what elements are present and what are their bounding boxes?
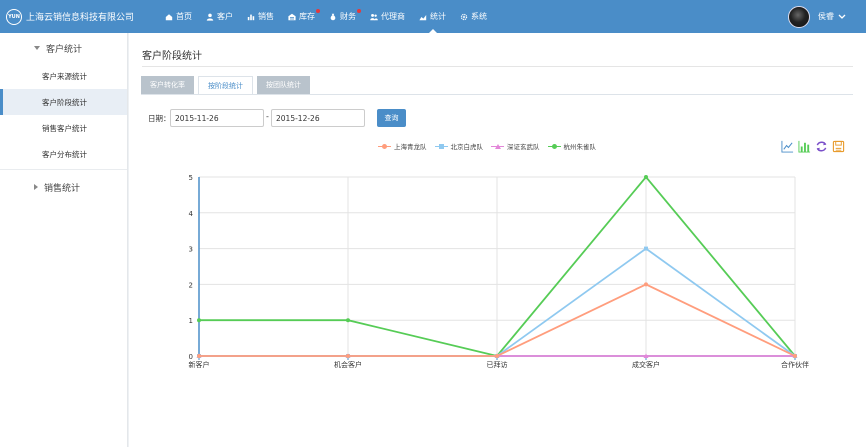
line-chart: 0 1 2 3 4 5 新客户 机会客户 已拜访 成交客户 合作伙伴 bbox=[189, 174, 810, 369]
data-point bbox=[495, 354, 499, 358]
x-tick-label: 合作伙伴 bbox=[781, 360, 809, 369]
x-tick-label: 已拜访 bbox=[487, 360, 508, 369]
data-point bbox=[644, 175, 648, 179]
y-tick-label: 2 bbox=[189, 281, 193, 289]
data-point bbox=[644, 246, 648, 251]
data-point bbox=[197, 354, 201, 358]
y-tick-label: 5 bbox=[189, 174, 193, 182]
data-point bbox=[644, 282, 648, 287]
data-point bbox=[197, 318, 201, 323]
x-tick-label: 成交客户 bbox=[632, 360, 660, 369]
data-point bbox=[346, 354, 350, 358]
data-point bbox=[346, 318, 350, 323]
y-tick-label: 1 bbox=[189, 317, 193, 325]
y-tick-label: 3 bbox=[189, 246, 193, 254]
data-point bbox=[793, 354, 797, 358]
x-tick-label: 新客户 bbox=[189, 360, 210, 369]
y-tick-label: 0 bbox=[189, 353, 193, 361]
y-tick-label: 4 bbox=[189, 210, 194, 218]
x-tick-label: 机会客户 bbox=[334, 360, 362, 369]
